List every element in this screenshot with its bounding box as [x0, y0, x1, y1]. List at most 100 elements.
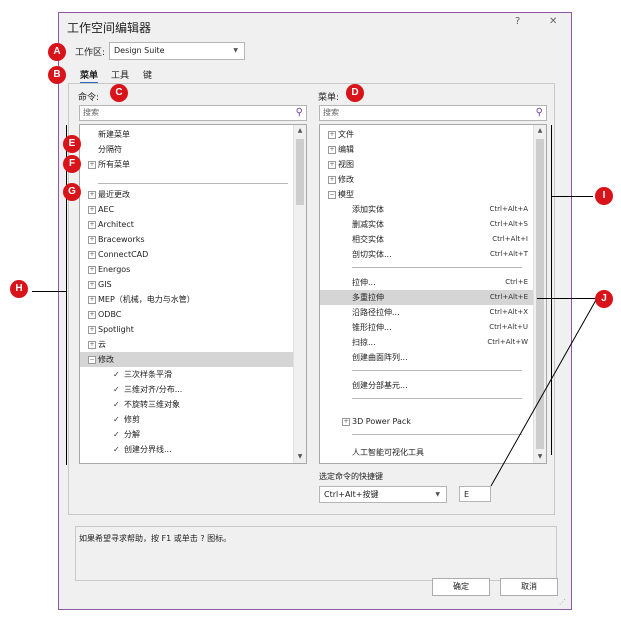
- workspace-select[interactable]: Design Suite ▼: [109, 42, 245, 60]
- expand-icon[interactable]: +: [342, 418, 350, 426]
- expand-icon[interactable]: +: [88, 191, 96, 199]
- tree-item-label: 添加实体: [352, 205, 384, 214]
- search-icon[interactable]: ⚲: [296, 106, 303, 120]
- left-tree-item[interactable]: + ODBC: [80, 307, 294, 322]
- tree-item-label: 云: [98, 340, 106, 349]
- search-placeholder: 搜索: [323, 108, 339, 117]
- scrollbar-thumb[interactable]: [296, 139, 304, 205]
- left-tree-item[interactable]: + Spotlight: [80, 322, 294, 337]
- left-tree-item[interactable]: + Energos: [80, 262, 294, 277]
- collapse-icon[interactable]: −: [88, 356, 96, 364]
- expand-icon[interactable]: +: [328, 131, 336, 139]
- scroll-up-icon[interactable]: ▲: [294, 125, 306, 137]
- right-tree-item[interactable]: 删减实体 Ctrl+Alt+S: [320, 217, 534, 232]
- expand-icon[interactable]: +: [88, 296, 96, 304]
- tab-keys[interactable]: 键: [143, 68, 152, 81]
- left-tree-item[interactable]: + Braceworks: [80, 232, 294, 247]
- expand-icon[interactable]: +: [88, 161, 96, 169]
- left-tree-item[interactable]: + ConnectCAD: [80, 247, 294, 262]
- right-tree-item[interactable]: 拉伸... Ctrl+E: [320, 275, 534, 290]
- right-tree-item[interactable]: 相交实体 Ctrl+Alt+I: [320, 232, 534, 247]
- callout-badge-d: D: [346, 84, 364, 102]
- left-tree-item[interactable]: ✓ 修剪: [80, 412, 294, 427]
- left-tree-item[interactable]: + MEP（机械，电力与水管）: [80, 292, 294, 307]
- right-tree-item[interactable]: + 文件: [320, 127, 534, 142]
- help-icon[interactable]: ?: [515, 16, 520, 27]
- left-tree-item[interactable]: 新建菜单: [80, 127, 294, 142]
- tree-item-label: 人工智能可视化工具: [352, 448, 424, 457]
- right-tree-item[interactable]: − 模型: [320, 187, 534, 202]
- callout-badge-a: A: [48, 43, 66, 61]
- tree-item-label: 修剪: [124, 415, 140, 424]
- left-tree-item[interactable]: 分隔符: [80, 142, 294, 157]
- left-tree-item[interactable]: + 所有菜单: [80, 157, 294, 172]
- left-tree-item[interactable]: ✓ 创建分界线...: [80, 442, 294, 457]
- left-tree-item[interactable]: + 最近更改: [80, 187, 294, 202]
- left-tree-item[interactable]: ✓ 不旋转三维对象: [80, 397, 294, 412]
- tab-tools[interactable]: 工具: [111, 68, 129, 81]
- search-icon[interactable]: ⚲: [536, 106, 543, 120]
- left-tree-item[interactable]: + AEC: [80, 202, 294, 217]
- callout-badge-f: F: [63, 155, 81, 173]
- tree-item-label: 修改: [98, 355, 114, 364]
- left-tree-item[interactable]: ✓ 三次样条平滑: [80, 367, 294, 382]
- expand-icon[interactable]: +: [88, 311, 96, 319]
- checkmark-icon: ✓: [113, 400, 120, 409]
- expand-icon[interactable]: +: [88, 206, 96, 214]
- tree-item-label: 所有菜单: [98, 160, 130, 169]
- left-tree-item[interactable]: ✓ 三维对齐/分布...: [80, 382, 294, 397]
- commands-tree[interactable]: 新建菜单 分隔符 + 所有菜单 + 最近更改 + AEC + Architect + Bracewor…: [79, 124, 307, 464]
- right-tree-item[interactable]: + 编辑: [320, 142, 534, 157]
- search-placeholder: 搜索: [83, 108, 99, 117]
- collapse-icon[interactable]: −: [328, 191, 336, 199]
- tree-item-label: 创建曲面阵列...: [352, 353, 408, 362]
- separator-line: [352, 267, 522, 268]
- expand-icon[interactable]: +: [328, 161, 336, 169]
- right-tree-item[interactable]: + 修改: [320, 172, 534, 187]
- left-tree-item[interactable]: + 云: [80, 337, 294, 352]
- left-tree-item[interactable]: + GIS: [80, 277, 294, 292]
- callout-badge-b: B: [48, 66, 66, 84]
- expand-icon[interactable]: +: [88, 281, 96, 289]
- tree-item-label: 沿路径拉伸...: [352, 308, 400, 317]
- shortcut-modifier-select[interactable]: Ctrl+Alt+按键 ▼: [319, 486, 447, 503]
- expand-icon[interactable]: +: [88, 251, 96, 259]
- tree-item-shortcut: Ctrl+Alt+T: [490, 250, 528, 258]
- expand-icon[interactable]: +: [328, 176, 336, 184]
- resize-grip-icon[interactable]: ⋰: [559, 598, 566, 606]
- expand-icon[interactable]: +: [328, 146, 336, 154]
- chevron-down-icon: ▼: [435, 491, 440, 498]
- right-tree-item[interactable]: 剖切实体... Ctrl+Alt+T: [320, 247, 534, 262]
- tree-item-label: 文件: [338, 130, 354, 139]
- checkmark-icon: ✓: [113, 415, 120, 424]
- expand-icon[interactable]: +: [88, 341, 96, 349]
- tree-item-label: GIS: [98, 280, 112, 289]
- callout-badge-h: H: [10, 280, 28, 298]
- tree-item-label: MEP（机械，电力与水管）: [98, 295, 195, 304]
- tree-item-label: 编辑: [338, 145, 354, 154]
- expand-icon[interactable]: +: [88, 266, 96, 274]
- callout-badge-c: C: [110, 84, 128, 102]
- help-text-box: 如果希望寻求帮助，按 F1 或单击 ? 图标。: [75, 526, 557, 581]
- shortcut-key-input[interactable]: E: [459, 486, 491, 502]
- right-tree-item[interactable]: 添加实体 Ctrl+Alt+A: [320, 202, 534, 217]
- expand-icon[interactable]: +: [88, 221, 96, 229]
- checkmark-icon: ✓: [113, 370, 120, 379]
- left-tree-item[interactable]: + Architect: [80, 217, 294, 232]
- scroll-down-icon[interactable]: ▼: [294, 451, 306, 463]
- callout-line-i: [551, 196, 593, 197]
- tab-menus[interactable]: 菜单: [80, 68, 99, 84]
- vertical-scrollbar[interactable]: ▲ ▼: [293, 125, 306, 463]
- left-tree-item[interactable]: − 修改: [80, 352, 294, 367]
- expand-icon[interactable]: +: [88, 326, 96, 334]
- ok-button[interactable]: 确定: [432, 578, 490, 596]
- close-icon[interactable]: ✕: [549, 16, 557, 27]
- tree-item-label: 修改: [338, 175, 354, 184]
- commands-search-input[interactable]: 搜索 ⚲: [79, 105, 307, 121]
- left-tree-item[interactable]: ✓ 分解: [80, 427, 294, 442]
- expand-icon[interactable]: +: [88, 236, 96, 244]
- right-tree-item[interactable]: + 视图: [320, 157, 534, 172]
- menus-search-input[interactable]: 搜索 ⚲: [319, 105, 547, 121]
- cancel-button[interactable]: 取消: [500, 578, 558, 596]
- scroll-up-icon[interactable]: ▲: [534, 125, 546, 137]
